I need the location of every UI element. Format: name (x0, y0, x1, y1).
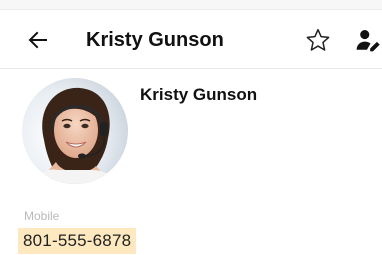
contact-avatar (22, 78, 128, 184)
mobile-label: Mobile (24, 209, 60, 223)
status-strip (0, 0, 382, 10)
back-button[interactable] (26, 28, 50, 52)
page-title: Kristy Gunson (86, 29, 224, 51)
contact-name: Kristy Gunson (140, 85, 258, 104)
favorite-button[interactable] (305, 27, 331, 53)
app-bar: Kristy Gunson (0, 10, 382, 69)
edit-contact-button[interactable] (355, 27, 381, 53)
arrow-left-icon (28, 31, 47, 49)
contact-photo (22, 78, 128, 184)
person-edit-icon (356, 30, 380, 52)
mobile-phone-number[interactable]: 801-555-6878 (18, 228, 137, 254)
star-outline-icon (306, 28, 330, 51)
